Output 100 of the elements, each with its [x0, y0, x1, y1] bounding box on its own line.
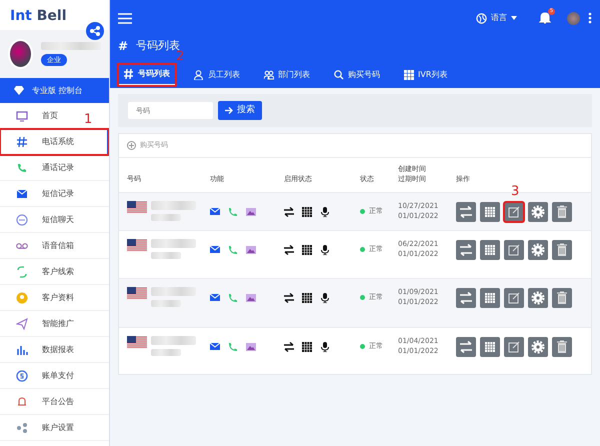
bell-icon[interactable] — [539, 11, 551, 24]
language-selector[interactable]: 语言 — [470, 8, 523, 28]
image-icon — [246, 244, 256, 254]
action-button[interactable] — [480, 336, 500, 356]
tab[interactable]: IVR列表 — [398, 65, 454, 85]
action-button[interactable] — [504, 336, 524, 356]
phone-icon — [228, 342, 238, 352]
grid-icon — [302, 244, 312, 254]
sidebar-item[interactable]: 平台公告 — [0, 389, 109, 415]
sidebar-item[interactable]: 短信聊天 — [0, 207, 109, 233]
flag-icon — [127, 238, 147, 252]
hash-icon — [124, 69, 134, 79]
hash-symbol: # — [118, 38, 128, 55]
people-icon — [264, 70, 274, 80]
microphone-icon — [320, 244, 330, 254]
action-button[interactable] — [456, 336, 476, 356]
action-button[interactable] — [504, 240, 524, 260]
action-button[interactable] — [528, 336, 548, 356]
action-button[interactable] — [528, 202, 548, 222]
flag-icon — [127, 286, 147, 300]
phone-icon — [228, 244, 238, 254]
microphone-icon — [320, 342, 330, 352]
action-button[interactable] — [504, 202, 524, 222]
menu-icon[interactable] — [118, 12, 132, 24]
tab[interactable]: 购买号码 — [328, 65, 386, 85]
flag-icon — [127, 200, 147, 214]
phone-icon — [228, 292, 238, 302]
sidebar-item[interactable]: 智能推广 — [0, 311, 109, 337]
person-icon — [194, 70, 204, 80]
arrow-icon — [225, 107, 233, 114]
status-dot — [360, 295, 365, 300]
avatar — [8, 39, 33, 69]
action-button[interactable] — [552, 202, 572, 222]
swap-icon — [284, 244, 294, 254]
sidebar-item[interactable]: 账单支付 — [0, 363, 109, 389]
annotation-number: 1 — [84, 113, 92, 126]
microphone-icon — [320, 206, 330, 216]
phone-icon — [228, 206, 238, 216]
microphone-icon — [320, 292, 330, 302]
caret-icon — [511, 16, 517, 20]
blurred-name — [41, 42, 101, 50]
status-dot — [360, 344, 365, 349]
envelope-icon — [210, 244, 220, 254]
flag-icon — [127, 336, 147, 348]
blurred-number — [151, 336, 196, 344]
blurred-number — [151, 252, 181, 258]
kebab-icon[interactable] — [588, 12, 592, 24]
annotation-number: 2 — [176, 50, 184, 63]
envelope-icon — [210, 342, 220, 352]
sidebar-item[interactable]: 客户线索 — [0, 259, 109, 285]
action-button[interactable] — [552, 288, 572, 308]
grid-icon — [302, 342, 312, 352]
diamond-icon — [14, 86, 24, 95]
logo-text: Int — [10, 8, 32, 24]
blurred-number — [151, 214, 181, 220]
blurred-number — [151, 286, 196, 296]
swap-icon — [284, 292, 294, 302]
grid-icon — [302, 206, 312, 216]
swap-icon — [284, 342, 294, 352]
action-button[interactable] — [480, 202, 500, 222]
plus-circle-icon — [127, 140, 136, 150]
blurred-number — [151, 348, 181, 356]
image-icon — [246, 292, 256, 302]
action-button[interactable] — [456, 288, 476, 308]
sidebar-item[interactable]: 客户资料 — [0, 285, 109, 311]
action-button[interactable] — [480, 288, 500, 308]
action-button[interactable] — [504, 288, 524, 308]
sidebar-item[interactable]: 数据报表 — [0, 337, 109, 363]
action-button[interactable] — [552, 336, 572, 356]
status-dot — [360, 247, 365, 252]
envelope-icon — [210, 206, 220, 216]
sidebar-item[interactable]: 短信记录 — [0, 181, 109, 207]
sidebar-item[interactable]: 通话记录 — [0, 155, 109, 181]
annotation-number: 3 — [511, 184, 520, 198]
banner: 专业版 控制台 — [0, 78, 109, 103]
sidebar-item[interactable]: 语音信箱 — [0, 233, 109, 259]
image-icon — [246, 206, 256, 216]
blurred-number — [151, 200, 196, 210]
action-button[interactable] — [456, 240, 476, 260]
status-dot — [360, 209, 365, 214]
action-button[interactable] — [528, 288, 548, 308]
sidebar-item[interactable]: 电话系统 — [0, 129, 109, 155]
grid-icon — [404, 70, 414, 80]
tab[interactable]: 员工列表 — [188, 65, 246, 85]
swap-icon — [284, 206, 294, 216]
envelope-icon — [210, 292, 220, 302]
sidebar-item[interactable]: 账户设置 — [0, 415, 109, 441]
action-button[interactable] — [480, 240, 500, 260]
action-button[interactable] — [456, 202, 476, 222]
search-button[interactable]: 搜索 — [218, 101, 262, 120]
tab[interactable]: 部门列表 — [258, 65, 316, 85]
share-icon[interactable] — [86, 22, 104, 40]
grid-icon — [302, 292, 312, 302]
action-button[interactable] — [528, 240, 548, 260]
logo-text: Bell — [36, 8, 67, 24]
action-button[interactable] — [552, 240, 572, 260]
blurred-number — [151, 238, 196, 248]
search-icon — [334, 70, 344, 80]
tab[interactable]: 号码列表 — [118, 64, 176, 86]
image-icon — [246, 342, 256, 352]
